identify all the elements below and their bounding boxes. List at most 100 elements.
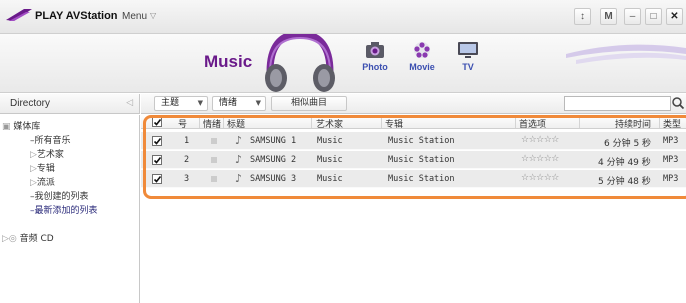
- track-number: 2: [184, 155, 190, 165]
- mood-dropdown-label: 情绪: [219, 98, 238, 108]
- column-header-rating[interactable]: 首选项: [519, 117, 546, 130]
- film-reel-icon: [414, 42, 430, 58]
- tree-item-label: 艺术家: [36, 150, 64, 160]
- track-type: MP3: [663, 174, 679, 184]
- tree-item-label: 专辑: [36, 164, 55, 174]
- tree-item-label: 最新添加的列表: [34, 206, 98, 216]
- mood-indicator-icon[interactable]: [211, 176, 217, 182]
- column-header-number[interactable]: 号: [178, 117, 187, 130]
- tab-tv-label: TV: [462, 62, 474, 72]
- tab-movie-label: Movie: [409, 62, 435, 72]
- row-checkbox[interactable]: [152, 174, 162, 184]
- track-duration: 5 分钟 48 秒: [598, 177, 651, 187]
- tree-item-library[interactable]: ▣ 媒体库: [2, 119, 40, 132]
- tree-item-audio-cd[interactable]: ▷◎ 音频 CD: [2, 231, 54, 244]
- resize-button[interactable]: ↕: [574, 8, 591, 25]
- tree-item-artists[interactable]: ▷艺术家: [30, 147, 64, 160]
- headphones-icon: [265, 34, 335, 92]
- track-title: SAMSUNG 2: [250, 155, 297, 165]
- tree-item-my-playlists[interactable]: –我创建的列表: [30, 189, 89, 202]
- library-icon: ▣: [2, 122, 11, 132]
- track-table: 号 情绪 标题 艺术家 专辑 首选项 持续时间 类型 1 ♪ SAMSUNG 1…: [141, 115, 686, 303]
- track-album: Music Station: [388, 136, 455, 146]
- directory-title: Directory: [10, 98, 51, 109]
- column-header-artist[interactable]: 艺术家: [316, 117, 343, 130]
- checkmark-icon: [153, 157, 162, 164]
- expand-icon: ▷: [30, 164, 37, 174]
- column-divider: [515, 116, 516, 128]
- track-title: SAMSUNG 1: [250, 136, 297, 146]
- table-row[interactable]: 3 ♪ SAMSUNG 3 Music Music Station ☆☆☆☆☆ …: [141, 170, 686, 188]
- column-divider: [659, 116, 660, 128]
- cd-icon: ◎: [8, 234, 17, 244]
- music-note-icon: ♪: [235, 153, 243, 166]
- chevron-down-icon[interactable]: ▽: [150, 11, 156, 20]
- tab-photo[interactable]: Photo: [355, 40, 395, 88]
- column-header-mood[interactable]: 情绪: [203, 117, 221, 130]
- tree-item-label: 音频 CD: [19, 234, 54, 244]
- table-row[interactable]: 1 ♪ SAMSUNG 1 Music Music Station ☆☆☆☆☆ …: [141, 132, 686, 150]
- column-divider: [381, 116, 382, 128]
- tree-item-label: 我创建的列表: [34, 192, 89, 202]
- filter-toolbar: 主题 ▼ 情绪 ▼ 相似曲目: [141, 94, 686, 114]
- theme-dropdown-label: 主题: [161, 98, 180, 108]
- search-input[interactable]: [564, 96, 671, 111]
- app-title: PLAY AVStation: [35, 10, 118, 22]
- column-header-album[interactable]: 专辑: [385, 117, 403, 130]
- track-duration: 4 分钟 49 秒: [598, 158, 651, 168]
- column-divider: [223, 116, 224, 128]
- column-divider: [199, 116, 200, 128]
- track-type: MP3: [663, 155, 679, 165]
- rating-stars[interactable]: ☆☆☆☆☆: [521, 154, 559, 164]
- rating-stars[interactable]: ☆☆☆☆☆: [521, 173, 559, 183]
- track-album: Music Station: [388, 174, 455, 184]
- dropdown-caret-icon: ▼: [255, 99, 261, 107]
- track-number: 3: [184, 174, 190, 184]
- column-header-type[interactable]: 类型: [663, 117, 681, 130]
- checkmark-icon: [153, 119, 162, 126]
- music-note-icon: ♪: [235, 134, 243, 147]
- column-header-title[interactable]: 标题: [227, 117, 245, 130]
- theme-dropdown[interactable]: 主题 ▼: [154, 96, 208, 111]
- expand-icon: ▷: [30, 150, 37, 160]
- title-bar: PLAY AVStation Menu ▽ ↕ M – □ ✕: [0, 0, 686, 34]
- collapse-icon[interactable]: ◁: [126, 98, 133, 108]
- column-divider: [311, 116, 312, 128]
- track-artist: Music: [317, 136, 343, 146]
- table-row[interactable]: 2 ♪ SAMSUNG 2 Music Music Station ☆☆☆☆☆ …: [141, 151, 686, 169]
- checkmark-icon: [153, 138, 162, 145]
- track-title: SAMSUNG 3: [250, 174, 297, 184]
- tab-tv[interactable]: TV: [448, 40, 488, 88]
- tree-item-all-music[interactable]: –所有音乐: [30, 133, 71, 146]
- mini-mode-button[interactable]: M: [600, 8, 617, 25]
- expand-icon: ▷: [30, 178, 37, 188]
- mood-indicator-icon[interactable]: [211, 157, 217, 163]
- search-icon[interactable]: [671, 96, 685, 111]
- close-button[interactable]: ✕: [666, 8, 683, 25]
- mood-indicator-icon[interactable]: [211, 138, 217, 144]
- row-checkbox[interactable]: [152, 155, 162, 165]
- menu-button[interactable]: Menu: [122, 11, 147, 22]
- mood-dropdown[interactable]: 情绪 ▼: [212, 96, 266, 111]
- minimize-button[interactable]: –: [624, 8, 641, 25]
- track-album: Music Station: [388, 155, 455, 165]
- similar-tracks-button[interactable]: 相似曲目: [271, 96, 347, 111]
- track-artist: Music: [317, 174, 343, 184]
- tree-item-genres[interactable]: ▷流派: [30, 175, 55, 188]
- expand-icon: ▷: [2, 234, 9, 244]
- tab-movie[interactable]: Movie: [402, 40, 442, 88]
- maximize-button[interactable]: □: [645, 8, 662, 25]
- select-all-checkbox[interactable]: [152, 117, 162, 127]
- tv-icon: [458, 42, 478, 58]
- tree-item-recently-added[interactable]: –最新添加的列表: [30, 203, 98, 216]
- row-checkbox[interactable]: [152, 136, 162, 146]
- rating-stars[interactable]: ☆☆☆☆☆: [521, 135, 559, 145]
- tree-item-albums[interactable]: ▷专辑: [30, 161, 55, 174]
- column-header-duration[interactable]: 持续时间: [615, 117, 651, 130]
- directory-tree: ▣ 媒体库 –所有音乐 ▷艺术家 ▷专辑 ▷流派 –我创建的列表 –最新添加的列…: [0, 115, 140, 303]
- tab-photo-label: Photo: [362, 62, 388, 72]
- track-number: 1: [184, 136, 190, 146]
- table-header: 号 情绪 标题 艺术家 专辑 首选项 持续时间 类型: [141, 115, 686, 130]
- logo-icon: [6, 9, 32, 21]
- camera-icon: [366, 42, 384, 58]
